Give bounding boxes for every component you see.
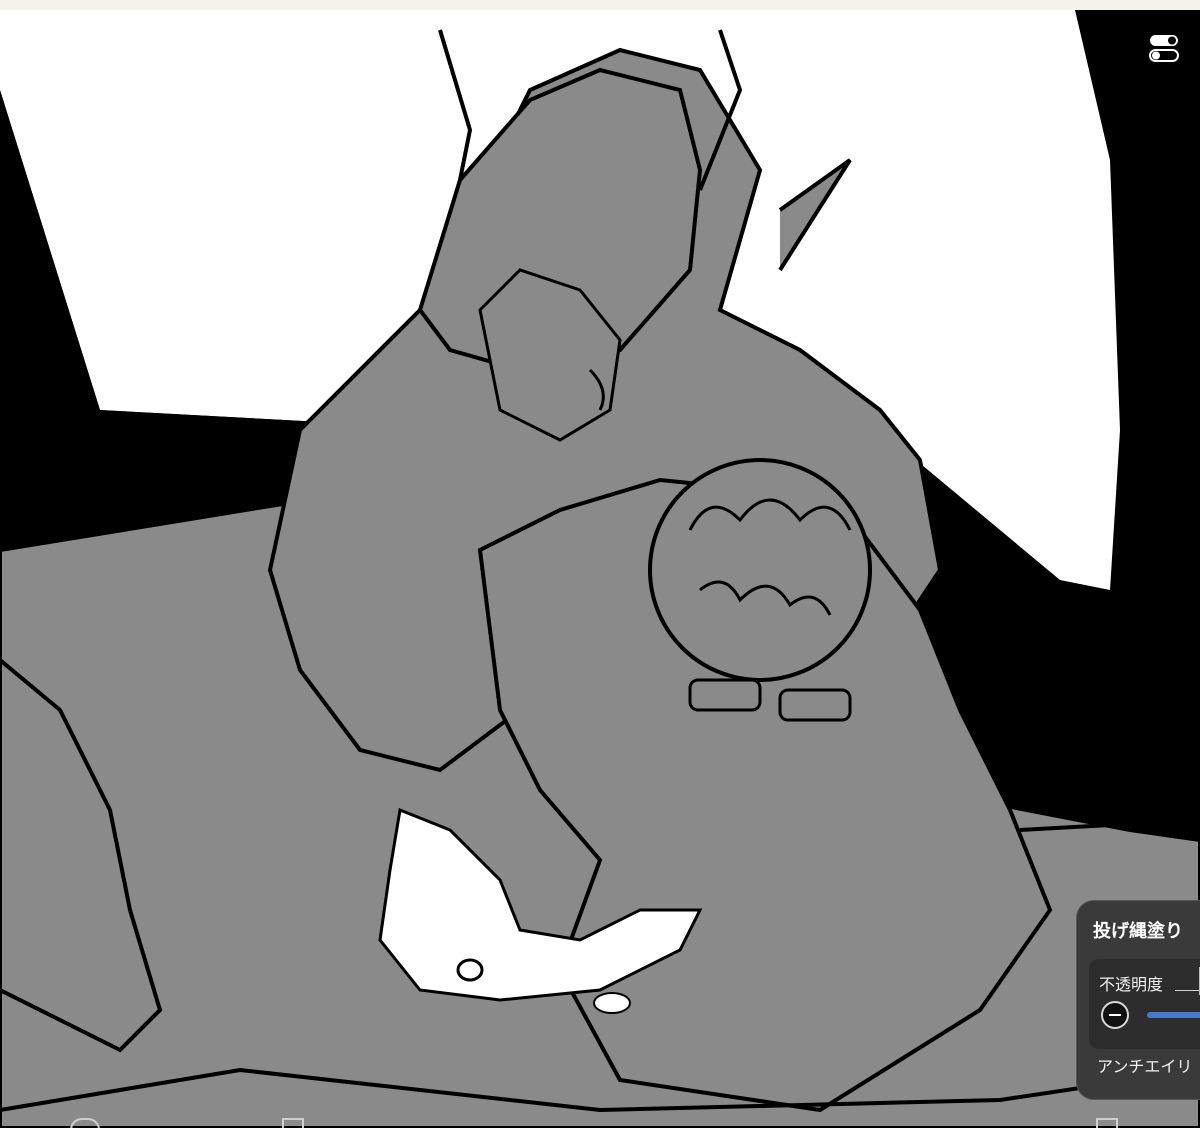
minus-circle-icon[interactable] (1101, 1001, 1129, 1029)
toggle-switches-glyph (1149, 35, 1179, 62)
opacity-label: 不透明度 (1099, 975, 1164, 994)
drawing-app: 投げ縄塗り 不透明度 アンチエイリ (0, 0, 1200, 1128)
drawing-canvas[interactable] (0, 10, 1200, 1128)
bottom-toolbar-icon-2[interactable] (282, 1118, 304, 1128)
toggle-switches-icon[interactable] (1144, 30, 1184, 66)
paper-scrap (593, 992, 631, 1014)
opacity-slider[interactable] (1147, 1012, 1200, 1018)
opacity-underline (1175, 990, 1200, 991)
opacity-control: 不透明度 (1089, 959, 1200, 1049)
lasso-fill-panel: 投げ縄塗り 不透明度 アンチエイリ (1076, 900, 1200, 1100)
paper-detail (456, 958, 484, 982)
glasses-left (688, 678, 762, 712)
panel-title: 投げ縄塗り (1093, 921, 1183, 942)
seated-figure-head (648, 458, 872, 682)
glasses-right (778, 688, 852, 722)
bottom-toolbar-icon-3[interactable] (1096, 1118, 1118, 1128)
antialias-label[interactable]: アンチエイリ (1097, 1053, 1192, 1077)
artwork (0, 10, 1200, 1128)
